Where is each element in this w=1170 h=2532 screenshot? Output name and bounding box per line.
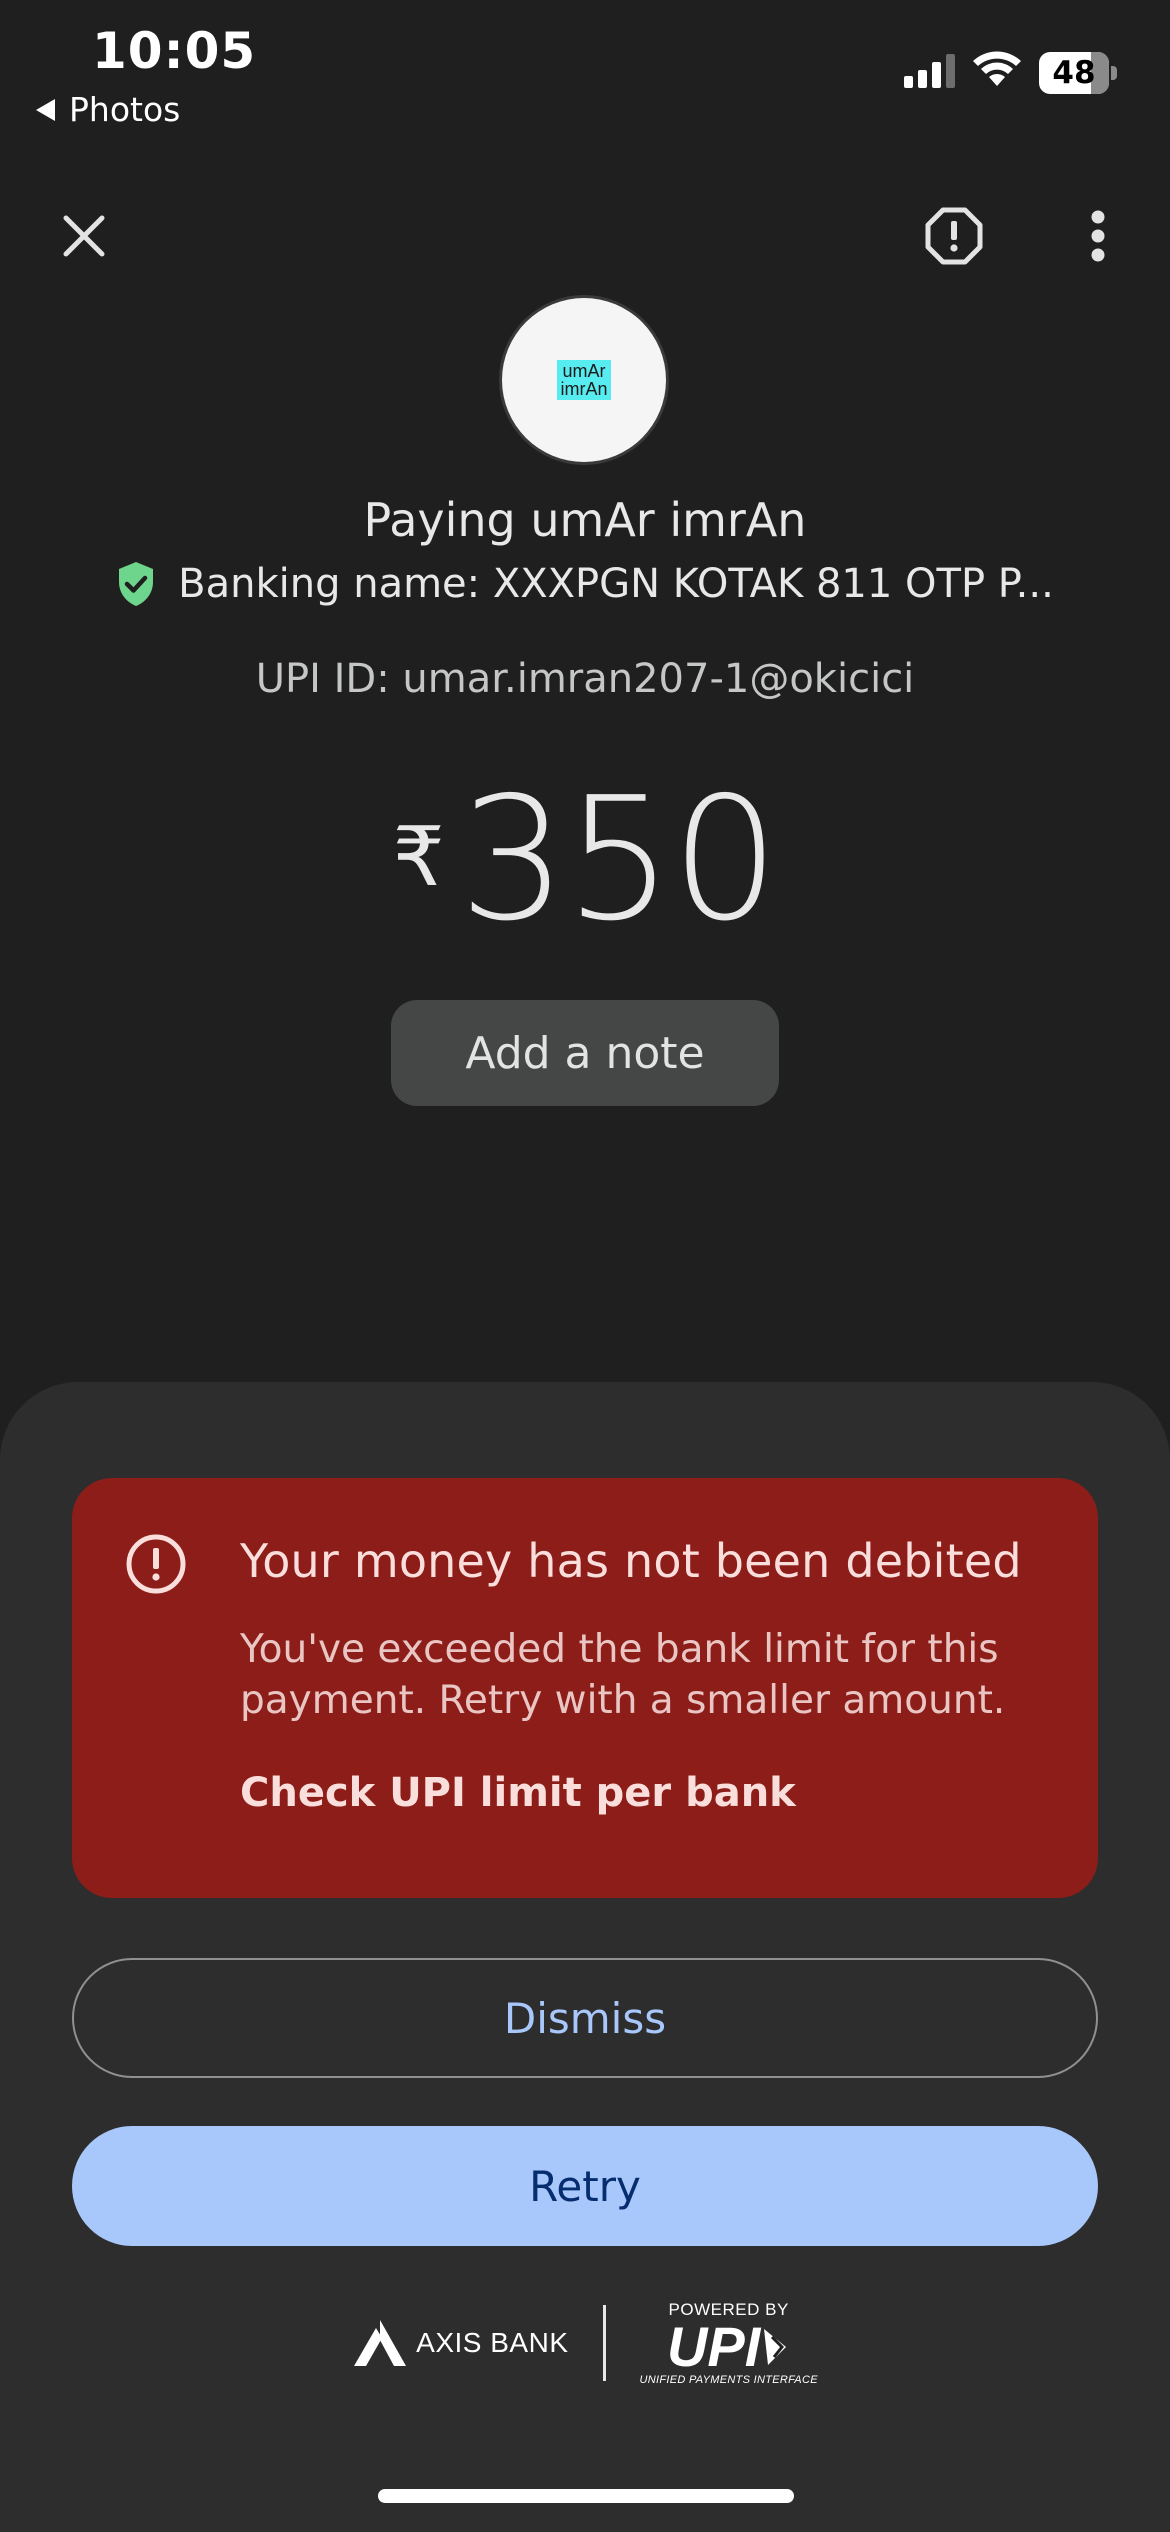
upi-arrow-icon	[764, 2329, 787, 2365]
upi-id: UPI ID: umar.imran207-1@okicici	[255, 656, 915, 702]
footer-logos: AXIS BANK POWERED BY UPI UNIFIED PAYMENT…	[0, 2300, 1170, 2386]
error-message: You've exceeded the bank limit for this …	[240, 1627, 1006, 1723]
check-upi-limit-link[interactable]: Check UPI limit per bank	[240, 1770, 796, 1816]
retry-button[interactable]: Retry	[72, 2126, 1098, 2246]
dismiss-button[interactable]: Dismiss	[72, 1958, 1098, 2078]
upi-subtitle: UNIFIED PAYMENTS INTERFACE	[639, 2374, 818, 2386]
axis-bank-icon	[354, 2320, 407, 2366]
payee-avatar: umAr imrAn	[502, 298, 666, 462]
back-to-photos-link[interactable]: Photos	[36, 90, 180, 129]
upi-wordmark: UPI	[667, 2319, 790, 2375]
back-app-label: Photos	[69, 90, 181, 129]
paying-title: Paying umAr imrAn	[363, 493, 807, 547]
home-indicator[interactable]	[378, 2489, 794, 2503]
more-options-button[interactable]	[1058, 196, 1138, 276]
battery-icon: 48	[1039, 52, 1109, 94]
back-triangle-icon	[36, 98, 55, 121]
status-time: 10:05	[92, 22, 257, 80]
avatar-label: umAr imrAn	[557, 360, 611, 400]
amount-display: ₹ 350	[0, 770, 1170, 950]
add-note-button[interactable]: Add a note	[391, 1000, 779, 1106]
report-icon	[925, 207, 983, 265]
banking-name: Banking name: XXXPGN KOTAK 811 OTP P...	[178, 561, 1054, 607]
error-icon	[124, 1532, 188, 1600]
verified-shield-icon	[119, 562, 154, 606]
upi-logo: POWERED BY UPI UNIFIED PAYMENTS INTERFAC…	[640, 2300, 818, 2386]
banking-name-row: Banking name: XXXPGN KOTAK 811 OTP P...	[0, 560, 1170, 608]
battery-level: 48	[1052, 55, 1096, 91]
signal-icon	[904, 54, 955, 88]
logo-divider	[602, 2305, 606, 2381]
axis-bank-label: AXIS BANK	[416, 2327, 569, 2358]
amount-value: 350	[458, 761, 779, 959]
axis-bank-logo: AXIS BANK	[352, 2318, 568, 2368]
more-vert-icon	[1091, 210, 1105, 262]
close-button[interactable]	[44, 196, 124, 276]
currency-symbol: ₹	[392, 810, 445, 905]
report-button[interactable]	[914, 196, 994, 276]
error-title: Your money has not been debited	[240, 1534, 1022, 1588]
close-icon	[63, 215, 105, 257]
battery-tip	[1111, 66, 1117, 80]
wifi-icon	[972, 48, 1022, 92]
